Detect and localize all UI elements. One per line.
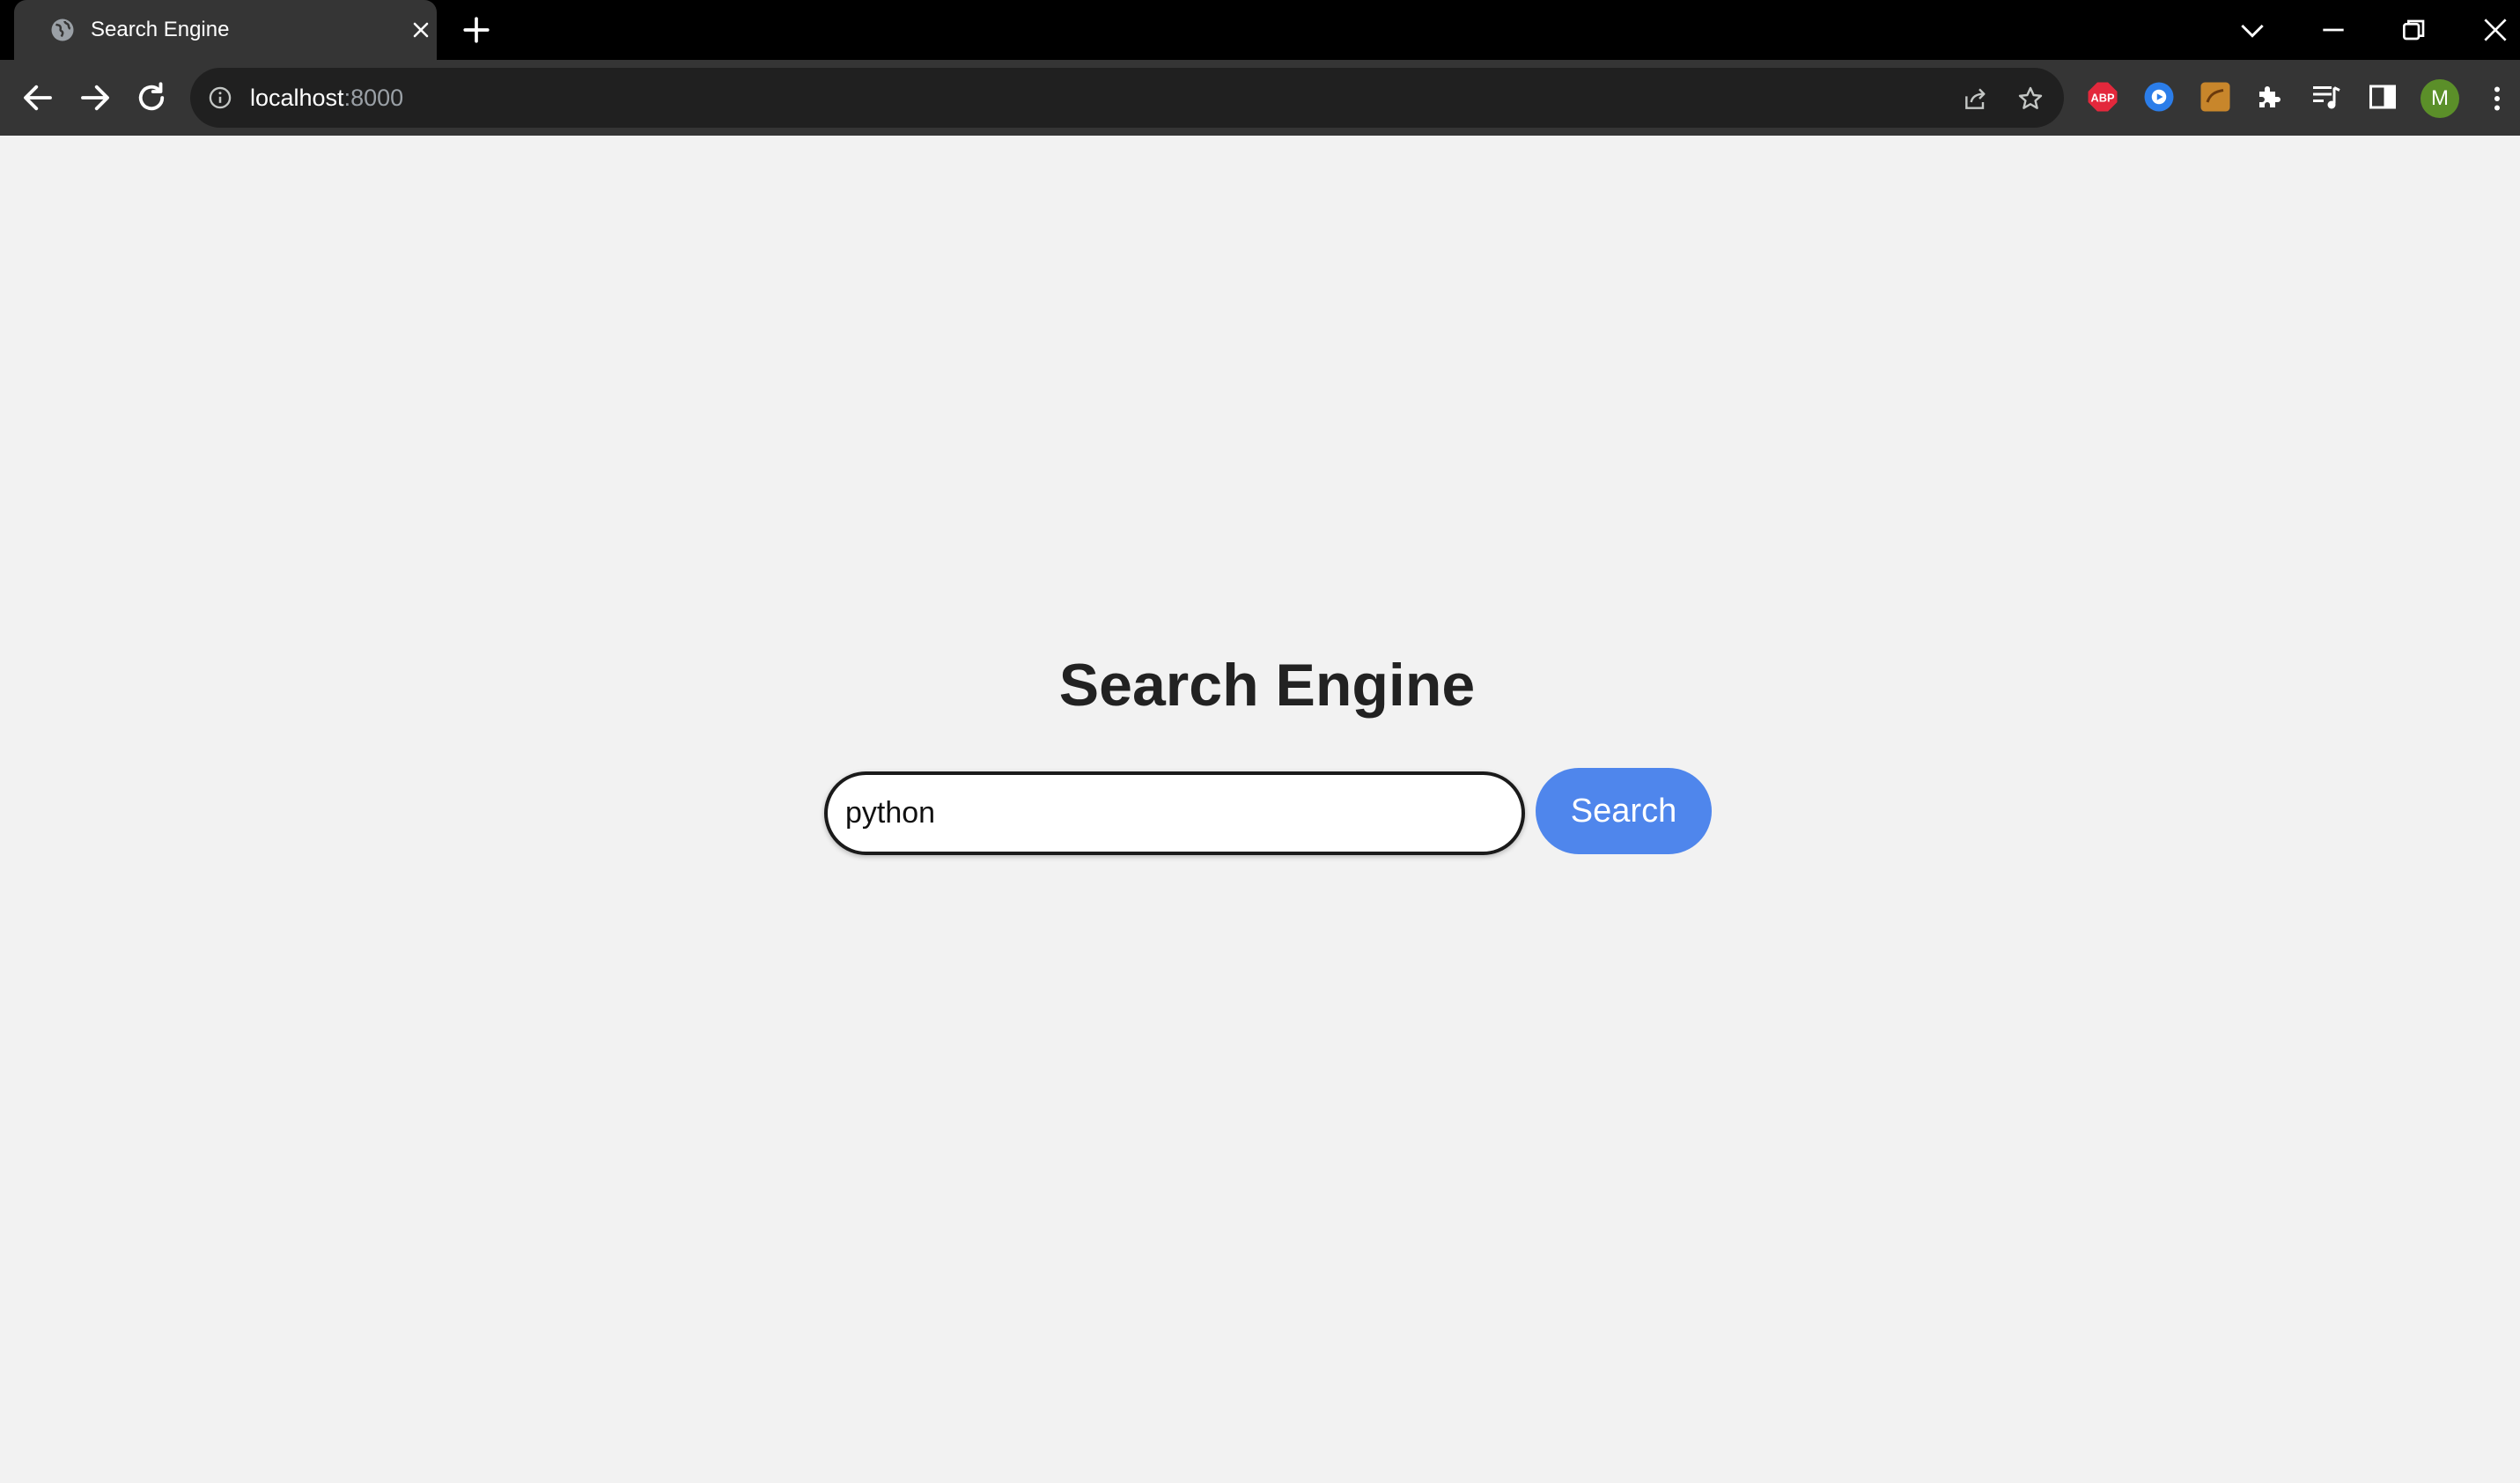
adblock-plus-icon[interactable]: ABP [2087,81,2118,113]
close-window-icon[interactable] [2478,12,2513,48]
tab-title: Search Engine [91,18,230,41]
extension-orange-icon[interactable] [2199,81,2231,113]
url-port: :8000 [343,85,404,111]
search-button[interactable]: Search [1536,768,1712,854]
svg-text:ABP: ABP [2091,91,2115,104]
search-input[interactable] [824,771,1525,855]
globe-icon [51,18,74,41]
chevron-down-icon[interactable] [2235,12,2270,48]
arrow-right-icon[interactable] [77,79,114,116]
plus-icon[interactable] [461,15,491,45]
reading-list-icon[interactable] [2310,81,2342,113]
browser-toolbar: localhost:8000 ABP M [0,60,2520,136]
reload-icon[interactable] [133,79,170,116]
profile-avatar[interactable]: M [2421,79,2459,118]
url-host: localhost [250,85,344,111]
screen-recorder-icon[interactable] [2143,81,2175,113]
puzzle-icon[interactable] [2254,81,2286,113]
url-text[interactable]: localhost:8000 [250,68,403,128]
address-bar[interactable]: localhost:8000 [190,68,2064,128]
side-panel-icon[interactable] [2367,81,2398,113]
restore-icon[interactable] [2397,12,2432,48]
arrow-left-icon[interactable] [19,79,56,116]
share-icon[interactable] [1962,85,1990,113]
info-icon[interactable] [208,85,232,110]
kebab-icon[interactable] [2481,81,2513,116]
page-content: Search Engine Search [0,136,2520,1483]
tab-strip: Search Engine [0,0,2520,60]
browser-tab[interactable]: Search Engine [14,0,437,60]
page-title: Search Engine [1058,652,1476,719]
close-icon[interactable] [410,19,431,41]
star-icon[interactable] [2016,85,2045,113]
minimize-icon[interactable] [2316,12,2351,48]
